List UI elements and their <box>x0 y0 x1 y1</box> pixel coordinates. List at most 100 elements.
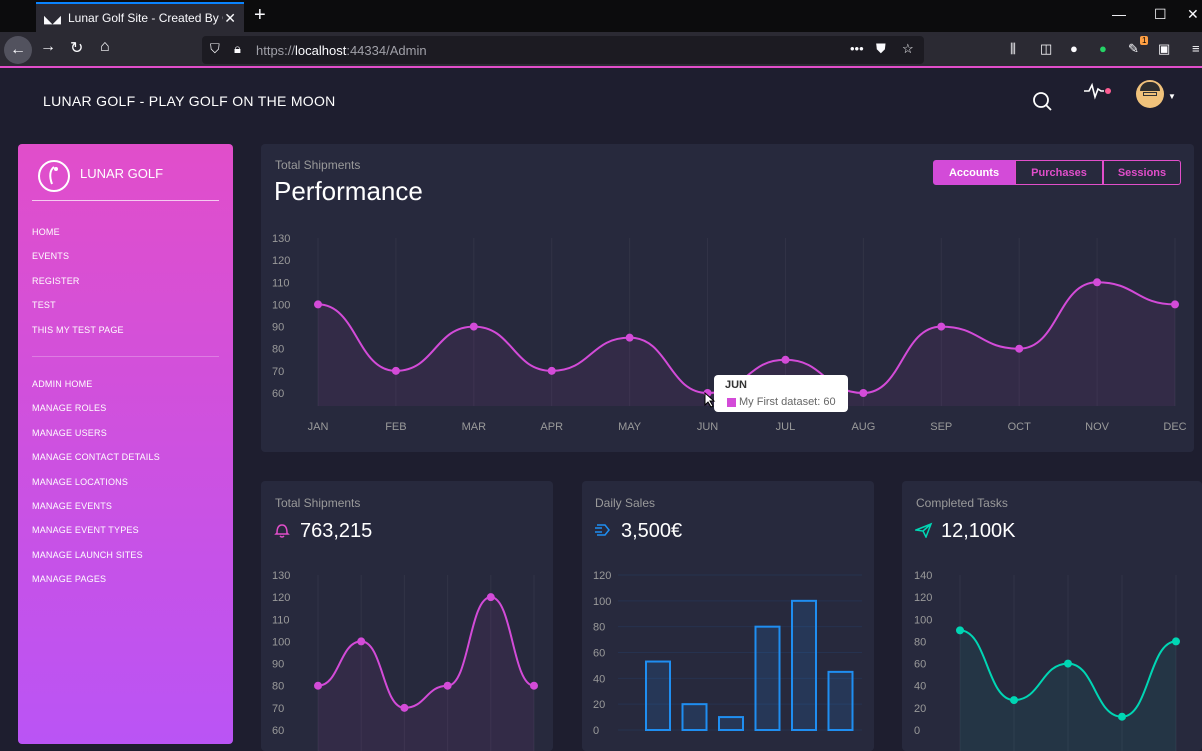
sidebar-item-this-my-test-page[interactable]: THIS MY TEST PAGE <box>32 325 124 335</box>
sidebar-item-manage-event-types[interactable]: MANAGE EVENT TYPES <box>32 525 139 535</box>
sidebar-item-manage-locations[interactable]: MANAGE LOCATIONS <box>32 477 128 487</box>
tasks-y-tick: 140 <box>914 570 932 582</box>
tasks-y-tick: 120 <box>914 592 932 604</box>
sidebar-item-manage-events[interactable]: MANAGE EVENTS <box>32 501 112 511</box>
tab-title: Lunar Golf Site - Created By Ge <box>68 11 223 25</box>
shipments-y-tick: 120 <box>272 592 290 604</box>
sales-y-tick: 40 <box>593 673 605 685</box>
tasks-point <box>1172 637 1180 646</box>
tasks-y-tick: 40 <box>914 681 926 693</box>
tasks-y-tick: 100 <box>914 614 932 626</box>
sidebar-toggle-icon[interactable]: ◫ <box>1040 41 1052 57</box>
chart-tooltip: JUN My First dataset: 60 <box>714 375 848 412</box>
performance-y-tick: 130 <box>272 233 290 245</box>
performance-y-tick: 90 <box>272 322 284 334</box>
containers-icon[interactable]: ▣ <box>1158 41 1170 57</box>
sidebar-divider <box>32 200 219 201</box>
app-title[interactable]: LUNAR GOLF - PLAY GOLF ON THE MOON <box>43 93 336 109</box>
sales-card: Daily Sales 3,500€ 0 20 40 60 80 100 120 <box>582 481 874 751</box>
shipments-point <box>486 593 495 602</box>
shipments-y-tick: 110 <box>272 614 290 626</box>
tasks-chart[interactable]: 0 20 40 60 80 100 120 140 <box>902 481 1202 751</box>
forward-icon[interactable]: → <box>40 38 56 56</box>
performance-y-tick: 120 <box>272 255 290 267</box>
performance-point <box>937 322 946 331</box>
shipments-point <box>443 681 452 690</box>
sales-y-tick: 20 <box>593 699 605 711</box>
sidebar-item-manage-pages[interactable]: MANAGE PAGES <box>32 574 106 584</box>
sales-bar <box>791 599 817 732</box>
chevron-down-icon[interactable]: ▼ <box>1168 92 1176 101</box>
performance-x-tick: JUN <box>697 421 718 433</box>
shipments-point <box>357 637 366 646</box>
performance-y-tick: 110 <box>272 277 290 289</box>
close-window-icon[interactable]: ✕ <box>1187 6 1199 23</box>
new-tab-icon[interactable]: + <box>254 4 266 27</box>
home-icon[interactable]: ⌂ <box>100 38 110 56</box>
tooltip-body: My First dataset: 60 <box>739 396 836 408</box>
sidebar-item-home[interactable]: HOME <box>32 227 60 237</box>
sidebar-divider <box>32 356 219 357</box>
sales-bar <box>645 660 671 732</box>
close-tab-icon[interactable]: ✕ <box>224 10 236 27</box>
sidebar-item-admin-home[interactable]: ADMIN HOME <box>32 379 93 389</box>
url-text[interactable]: https://localhost:44334/Admin <box>256 43 427 58</box>
logo-text[interactable]: LUNAR GOLF <box>80 166 163 181</box>
sales-bar <box>681 703 708 732</box>
whatsapp-icon[interactable]: ● <box>1099 41 1107 56</box>
performance-point <box>391 366 400 375</box>
reload-icon[interactable]: ↻ <box>70 38 83 58</box>
shield-icon[interactable]: ⛉ <box>210 41 220 57</box>
sales-y-tick: 60 <box>593 648 605 660</box>
extension-icon[interactable]: ✎ <box>1128 41 1139 57</box>
shipments-point <box>400 703 409 712</box>
menu-icon[interactable]: ≡ <box>1192 41 1200 56</box>
sidebar-item-events[interactable]: EVENTS <box>32 251 69 261</box>
tasks-point <box>956 626 964 635</box>
account-icon[interactable]: ● <box>1070 41 1078 56</box>
back-icon[interactable]: ← <box>4 36 32 64</box>
library-icon[interactable]: ⫼ <box>1010 41 1016 57</box>
activity-icon[interactable] <box>1082 82 1114 102</box>
performance-x-tick: FEB <box>385 421 406 433</box>
tasks-point <box>1118 712 1126 721</box>
shipments-point <box>530 681 538 690</box>
sidebar-item-manage-contact-details[interactable]: MANAGE CONTACT DETAILS <box>32 452 160 462</box>
sales-bar <box>718 716 744 731</box>
performance-point <box>859 389 868 397</box>
performance-point <box>1093 278 1102 287</box>
shipments-y-tick: 80 <box>272 681 284 693</box>
pocket-icon[interactable]: ⛊ <box>876 41 886 57</box>
page-actions-icon[interactable]: ••• <box>850 41 864 56</box>
browser-toolbar: ← → ↻ ⌂ ⛉ 🔒︎ https://localhost:44334/Adm… <box>0 32 1202 68</box>
sidebar-item-manage-launch-sites[interactable]: MANAGE LAUNCH SITES <box>32 550 143 560</box>
search-icon[interactable] <box>1031 90 1053 112</box>
tasks-point <box>1064 659 1072 668</box>
sidebar-item-manage-roles[interactable]: MANAGE ROLES <box>32 403 106 413</box>
logo-icon[interactable] <box>38 160 70 192</box>
shipments-y-tick: 130 <box>272 570 290 582</box>
minimize-icon[interactable]: — <box>1112 6 1126 22</box>
avatar[interactable] <box>1136 80 1164 108</box>
sales-bar <box>827 670 854 731</box>
lock-icon[interactable]: 🔒︎ <box>234 41 241 57</box>
browser-tab[interactable]: ◣◢ Lunar Golf Site - Created By Ge ✕ <box>36 2 244 32</box>
sidebar-item-manage-users[interactable]: MANAGE USERS <box>32 428 107 438</box>
mouse-cursor-icon <box>704 392 716 408</box>
performance-x-tick: JUL <box>776 421 796 433</box>
url-bar[interactable]: ⛉ 🔒︎ https://localhost:44334/Admin ••• ⛊… <box>202 36 924 64</box>
shipments-y-tick: 100 <box>272 636 290 648</box>
app-header: LUNAR GOLF - PLAY GOLF ON THE MOON ▼ <box>0 70 1202 130</box>
bookmark-star-icon[interactable]: ☆ <box>902 41 914 57</box>
sales-chart[interactable]: 0 20 40 60 80 100 120 <box>582 481 874 751</box>
sidebar-item-test[interactable]: TEST <box>32 300 56 310</box>
shipments-chart[interactable]: 60 70 80 90 100 110 120 130 <box>261 481 553 751</box>
sidebar-item-register[interactable]: REGISTER <box>32 276 80 286</box>
performance-x-tick: AUG <box>851 421 875 433</box>
maximize-icon[interactable]: ☐ <box>1154 6 1167 23</box>
performance-x-tick: DEC <box>1163 421 1186 433</box>
performance-x-tick: MAY <box>618 421 642 433</box>
performance-x-tick: NOV <box>1085 421 1110 433</box>
performance-point <box>625 333 634 342</box>
tasks-y-tick: 80 <box>914 636 926 648</box>
